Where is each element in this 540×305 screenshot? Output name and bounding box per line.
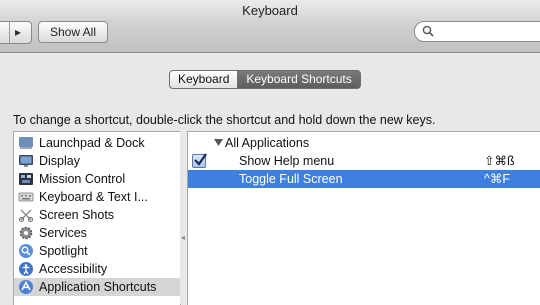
- sidebar-item-label: Services: [39, 226, 87, 240]
- shortcut-row[interactable]: Show Help menu ⇧⌘ß: [188, 152, 540, 170]
- checkmark-icon: [194, 153, 207, 166]
- back-forward-buttons[interactable]: ▸: [0, 21, 32, 44]
- nav-divider: [9, 22, 10, 43]
- sidebar-item-mission-control[interactable]: Mission Control: [14, 170, 180, 188]
- tab-bar: Keyboard Keyboard Shortcuts: [169, 70, 361, 89]
- mission-control-icon: [19, 173, 33, 185]
- launchpad-dock-icon: [19, 137, 33, 149]
- sidebar-item-screen-shots[interactable]: Screen Shots: [14, 206, 180, 224]
- sidebar-item-label: Spotlight: [39, 244, 88, 258]
- window-title: Keyboard: [0, 0, 540, 22]
- keyboard-icon: [18, 192, 34, 202]
- shortcut-name: Toggle Full Screen: [239, 172, 343, 186]
- shortcut-enabled-checkbox[interactable]: [192, 153, 207, 168]
- display-icon: [19, 155, 33, 167]
- shortcuts-list: All Applications Show Help menu ⇧⌘ß Togg…: [187, 131, 540, 305]
- sidebar-item-label: Accessibility: [39, 262, 108, 276]
- splitter-grip-icon[interactable]: ◂: [181, 233, 185, 242]
- tab-keyboard[interactable]: Keyboard: [169, 70, 239, 89]
- shortcut-keys[interactable]: ⇧⌘ß: [484, 152, 534, 170]
- show-all-button[interactable]: Show All: [38, 21, 108, 43]
- search-input[interactable]: [437, 23, 540, 40]
- instructions-text: To change a shortcut, double-click the s…: [13, 113, 436, 127]
- disclosure-triangle-icon[interactable]: [214, 139, 223, 147]
- sidebar-item-label: Application Shortcuts: [39, 280, 157, 294]
- search-field[interactable]: [414, 21, 540, 42]
- spotlight-icon: [19, 244, 33, 258]
- sidebar-item-label: Launchpad & Dock: [39, 136, 145, 150]
- pane-splitter[interactable]: ◂: [180, 131, 186, 304]
- services-gear-icon: [19, 226, 33, 240]
- sidebar-item-accessibility[interactable]: Accessibility: [14, 260, 180, 278]
- app-shortcuts-icon: [19, 280, 33, 294]
- forward-arrow-icon[interactable]: ▸: [15, 22, 21, 42]
- group-row-all-applications[interactable]: All Applications: [188, 134, 540, 152]
- shortcut-categories-list: Launchpad & Dock Display Mission Control…: [13, 131, 181, 305]
- shortcut-keys[interactable]: ^⌘F: [484, 170, 534, 188]
- sidebar-item-application-shortcuts[interactable]: Application Shortcuts: [14, 278, 180, 296]
- search-icon: [422, 25, 434, 37]
- sidebar-item-display[interactable]: Display: [14, 152, 180, 170]
- accessibility-icon: [19, 262, 33, 276]
- shortcut-row[interactable]: Toggle Full Screen ^⌘F: [188, 170, 540, 188]
- sidebar-item-label: Display: [39, 154, 80, 168]
- sidebar-item-services[interactable]: Services: [14, 224, 180, 242]
- sidebar-item-keyboard-text[interactable]: Keyboard & Text I...: [14, 188, 180, 206]
- sidebar-item-label: Mission Control: [39, 172, 126, 186]
- screenshot-icon: [19, 209, 33, 222]
- sidebar-item-label: Screen Shots: [39, 208, 115, 222]
- tab-keyboard-shortcuts[interactable]: Keyboard Shortcuts: [238, 70, 361, 89]
- sidebar-item-label: Keyboard & Text I...: [39, 190, 148, 204]
- sidebar-item-spotlight[interactable]: Spotlight: [14, 242, 180, 260]
- shortcut-name: Show Help menu: [239, 154, 335, 168]
- sidebar-item-launchpad-dock[interactable]: Launchpad & Dock: [14, 134, 180, 152]
- group-label: All Applications: [225, 136, 310, 150]
